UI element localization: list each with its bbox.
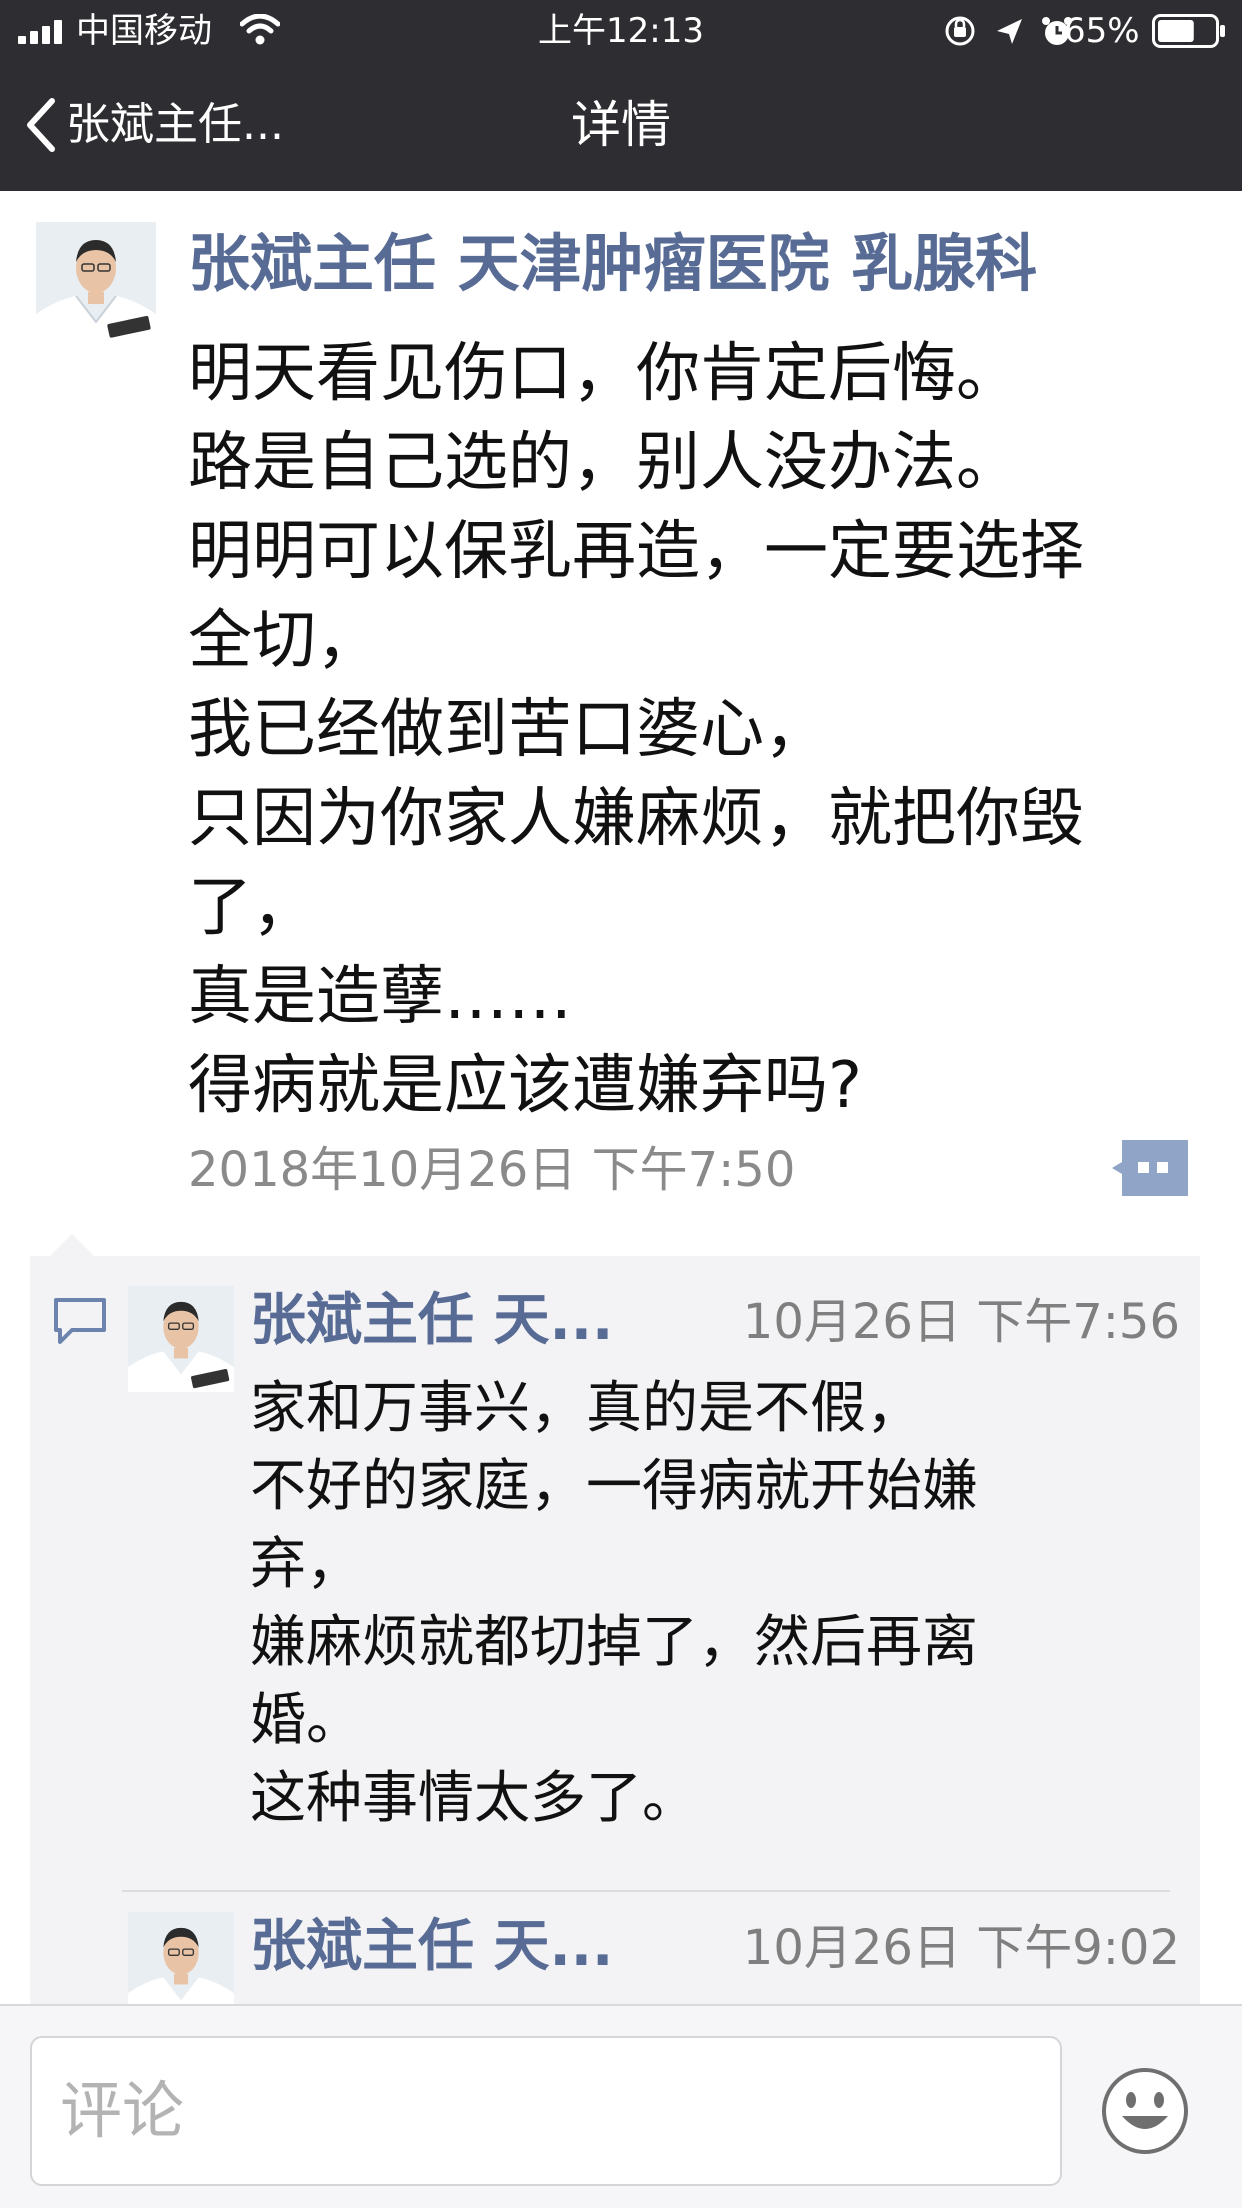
post-text-line: 得病就是应该遭嫌弃吗? bbox=[188, 1049, 862, 1123]
post-text-line: 明天看见伤口，你肯定后悔。 bbox=[188, 337, 1020, 411]
status-bar: 中国移动 上午12:13 65% bbox=[0, 0, 1242, 62]
navigation-bar: 张斌主任... 详情 bbox=[0, 62, 1242, 191]
commenter-name[interactable]: 张斌主任 天... bbox=[250, 1286, 613, 1356]
comment-text-line: 家和万事兴，真的是不假， bbox=[250, 1376, 922, 1441]
emoji-icon[interactable] bbox=[1100, 2066, 1190, 2156]
post-text-line: 我已经做到苦口婆心， bbox=[188, 693, 828, 767]
commenter-avatar[interactable] bbox=[128, 1912, 234, 2018]
comment-input-bar: 评论 bbox=[0, 2004, 1242, 2208]
comment-bubble-icon bbox=[54, 1298, 106, 1344]
post-author-name[interactable]: 张斌主任 天津肿瘤医院 乳腺科 bbox=[188, 228, 1037, 300]
post-text-line: 了， bbox=[188, 871, 316, 945]
post-timestamp: 2018年10月26日 下午7:50 bbox=[188, 1142, 796, 1198]
comment-divider bbox=[122, 1890, 1170, 1892]
battery-percent: 65% bbox=[1064, 11, 1140, 51]
post-text-line: 全切， bbox=[188, 604, 380, 678]
comment-text-line: 婚。 bbox=[250, 1688, 362, 1753]
comment-time: 10月26日 下午7:56 bbox=[742, 1294, 1180, 1350]
location-icon bbox=[997, 19, 1022, 44]
comment-text-line: 这种事情太多了。 bbox=[250, 1766, 698, 1831]
page-title: 详情 bbox=[571, 96, 671, 154]
commenter-avatar[interactable] bbox=[128, 1286, 234, 1392]
commenter-name[interactable]: 张斌主任 天... bbox=[250, 1912, 613, 1982]
battery-icon bbox=[1152, 14, 1225, 48]
comment-item[interactable]: 张斌主任 天... 10月26日 下午9:02 bbox=[128, 1912, 1180, 2018]
comment-text-line: 嫌麻烦就都切掉了，然后再离 bbox=[250, 1610, 978, 1675]
comment-text: 家和万事兴，真的是不假， 不好的家庭，一得病就开始嫌 弃， 嫌麻烦就都切掉了，然… bbox=[250, 1370, 1170, 1838]
post-text-line: 只因为你家人嫌麻烦，就把你毁 bbox=[188, 782, 1084, 856]
comment-time: 10月26日 下午9:02 bbox=[742, 1920, 1180, 1976]
more-actions-icon[interactable] bbox=[1112, 1140, 1188, 1196]
author-avatar[interactable] bbox=[36, 222, 156, 342]
post-text-line: 路是自己选的，别人没办法。 bbox=[188, 426, 1020, 500]
comment-text-line: 不好的家庭，一得病就开始嫌 bbox=[250, 1454, 978, 1519]
top-bar: 中国移动 上午12:13 65% 张斌主任... 详情 bbox=[0, 0, 1242, 191]
comments-pointer bbox=[50, 1234, 94, 1256]
lock-rotation-icon bbox=[945, 16, 975, 46]
post-text-line: 明明可以保乳再造，一定要选择 bbox=[188, 515, 1084, 589]
comment-item[interactable]: 张斌主任 天... 10月26日 下午7:56 家和万事兴，真的是不假， 不好的… bbox=[128, 1286, 1180, 1846]
comment-text-line: 弃， bbox=[250, 1532, 362, 1597]
post-text-line: 真是造孽…… bbox=[188, 960, 572, 1034]
post-content: 明天看见伤口，你肯定后悔。 路是自己选的，别人没办法。 明明可以保乳再造，一定要… bbox=[188, 330, 1208, 1131]
comment-input[interactable]: 评论 bbox=[30, 2036, 1062, 2186]
